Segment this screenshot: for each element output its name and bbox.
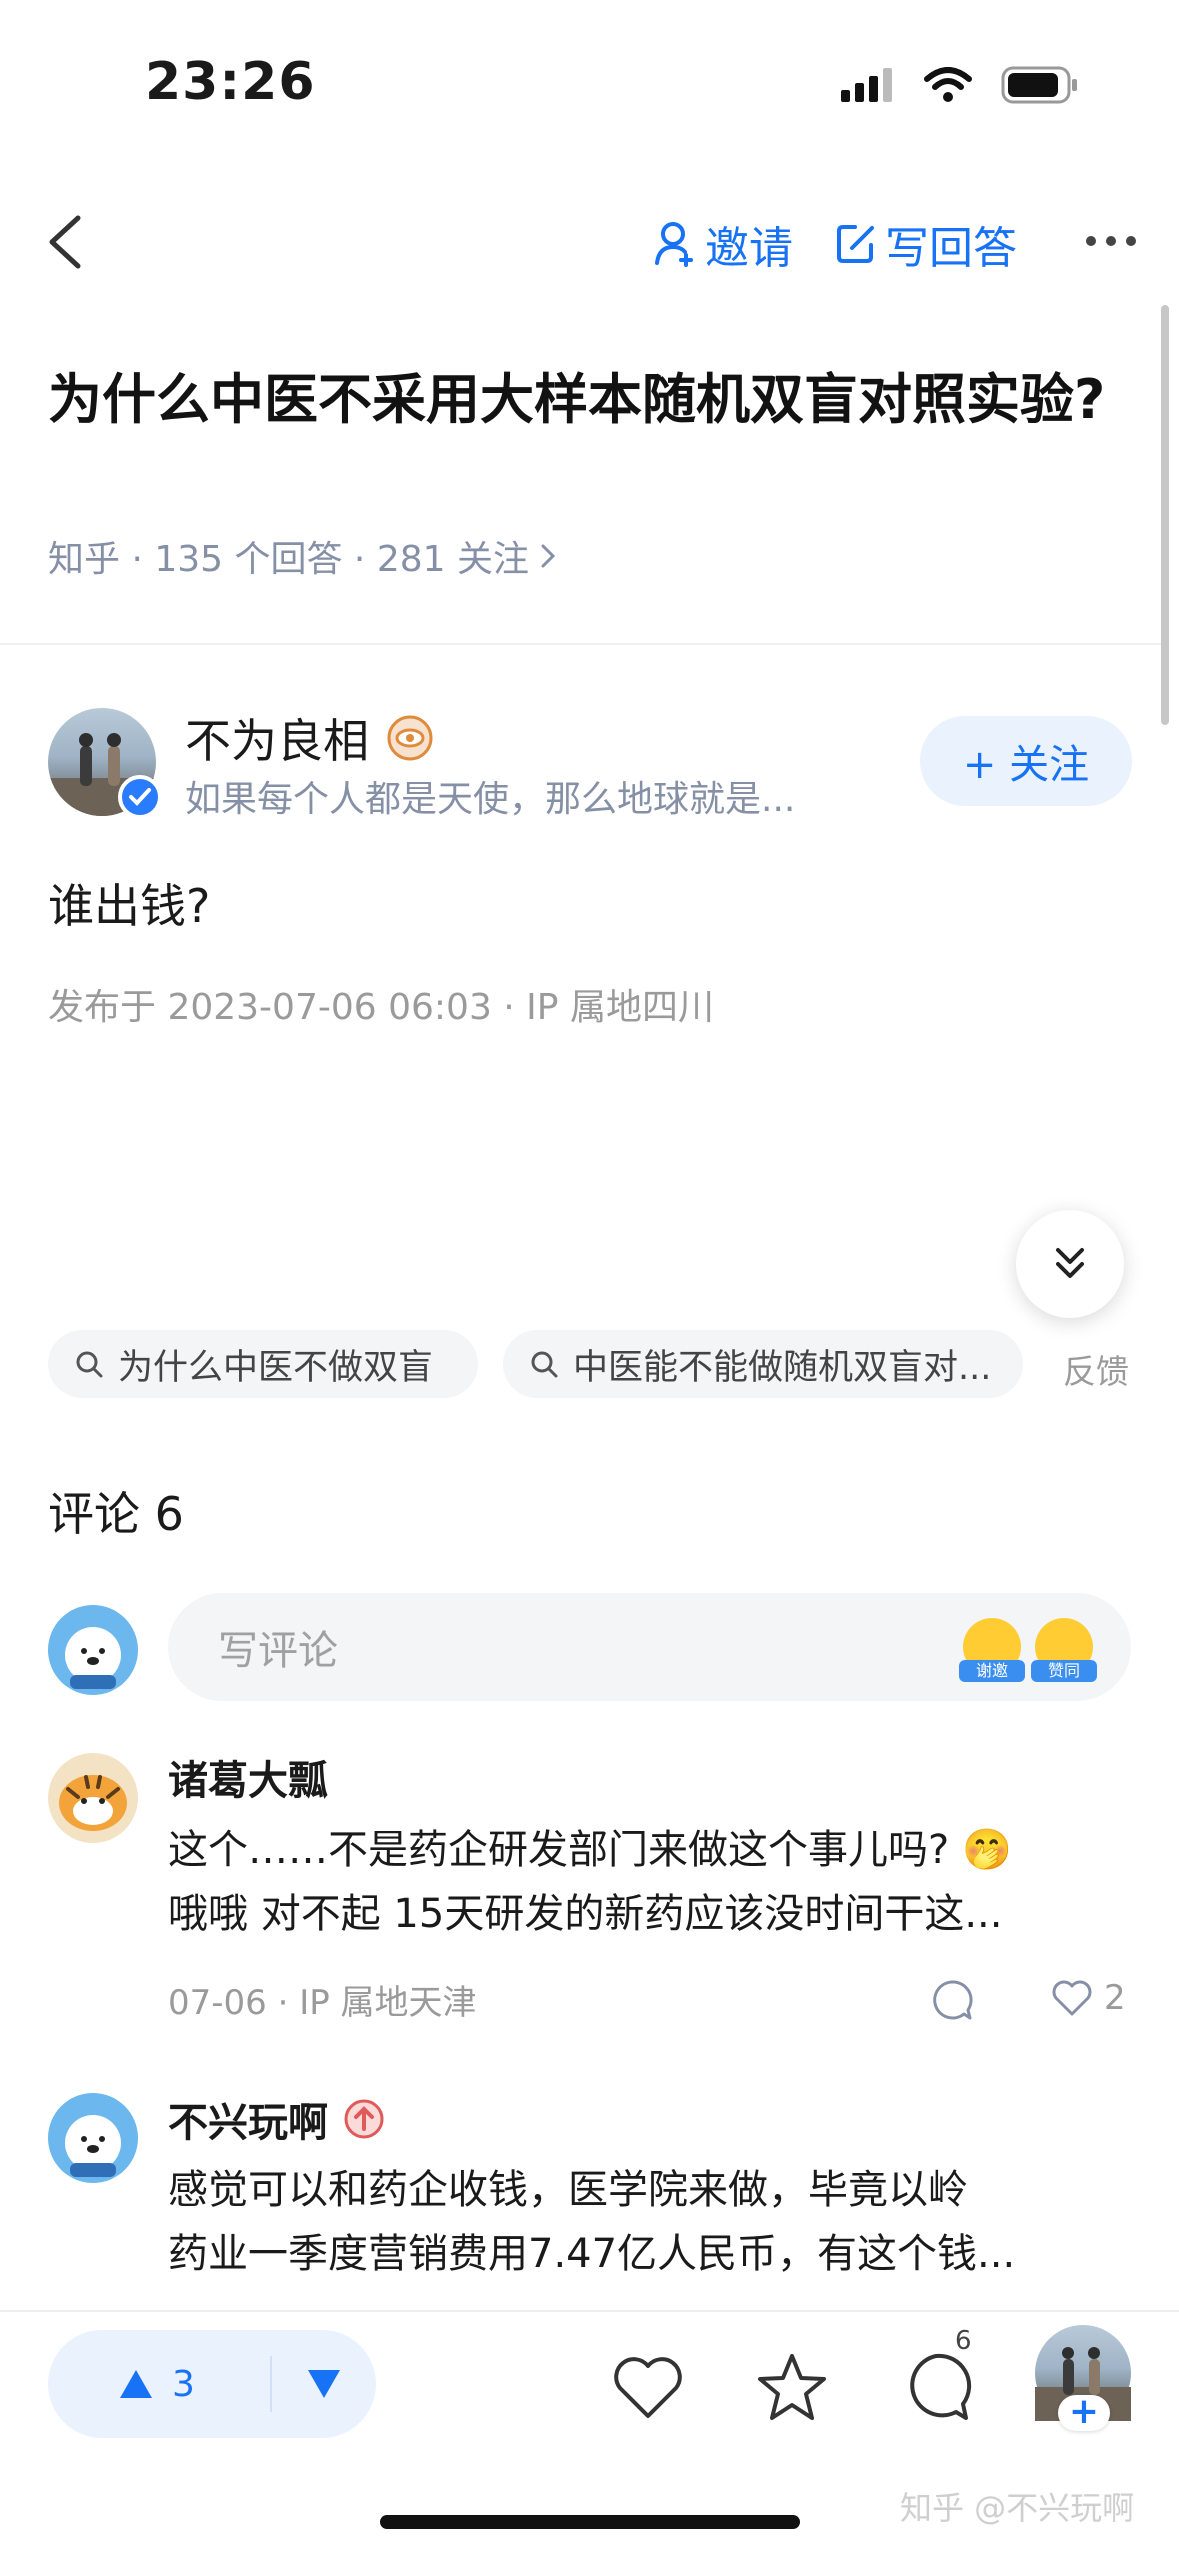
vote-group: 3 (48, 2330, 376, 2438)
commenter-name-text: 不兴玩啊 (168, 2100, 328, 2146)
wifi-icon (924, 67, 972, 102)
comment-count-badge: 6 (955, 2326, 972, 2356)
thanks-invite-emoji-icon[interactable]: 谢邀 (959, 1618, 1025, 1682)
heart-icon (1052, 1980, 1092, 2016)
like-heart-icon[interactable] (610, 2350, 686, 2426)
battery-icon (1001, 66, 1077, 104)
emoji-label: 谢邀 (959, 1660, 1025, 1682)
like-count: 2 (1104, 1978, 1126, 2018)
invite-button[interactable]: 邀请 (655, 212, 793, 276)
triangle-up-icon (120, 2370, 152, 2398)
publish-info: 发布于 2023-07-06 06:03 · IP 属地四川 (48, 987, 714, 1028)
comment-line: 这个……不是药企研发部门来做这个事儿吗? 🤭 (168, 1827, 1012, 1873)
commenter-avatar[interactable] (48, 1753, 138, 1843)
answer-content[interactable]: 谁出钱? (48, 870, 210, 936)
related-search-chip[interactable]: 为什么中医不做双盲 (48, 1330, 478, 1398)
question-title[interactable]: 为什么中医不采用大样本随机双盲对照实验? (48, 360, 1128, 440)
write-answer-label: 写回答 (885, 223, 1017, 274)
bottom-divider (0, 2310, 1179, 2312)
double-chevron-down-icon (1056, 1248, 1084, 1278)
comments-title: 评论 6 (48, 1487, 184, 1541)
verified-badge-icon (118, 775, 162, 819)
commenter-avatar[interactable] (48, 2093, 138, 2183)
favorite-star-icon[interactable] (754, 2350, 830, 2426)
author-name[interactable]: 不为良相 (185, 705, 433, 771)
home-indicator[interactable] (380, 2515, 800, 2529)
scrollbar[interactable] (1161, 305, 1169, 725)
more-icon[interactable] (1085, 215, 1137, 267)
follow-plus-icon[interactable]: + (1058, 2394, 1110, 2431)
triangle-down-icon (308, 2370, 340, 2398)
agree-emoji-icon[interactable]: 赞同 (1031, 1618, 1097, 1682)
comment-line: 感觉可以和药企收钱，医学院来做，毕竟以岭 (168, 2167, 968, 2213)
commenter-name[interactable]: 诸葛大瓢 (168, 1748, 328, 1806)
author-name-text: 不为良相 (185, 714, 369, 768)
related-search-chip[interactable]: 中医能不能做随机双盲对... (503, 1330, 1023, 1398)
invite-label: 邀请 (705, 223, 793, 274)
comment-text[interactable]: 感觉可以和药企收钱，医学院来做，毕竟以岭 药业一季度营销费用7.47亿人民币，有… (168, 2158, 1128, 2286)
badge-icon (344, 2099, 384, 2139)
back-icon[interactable] (42, 212, 90, 272)
follow-button[interactable]: + 关注 (920, 716, 1132, 806)
author-signature: 如果每个人都是天使，那么地球就是... (185, 779, 796, 820)
question-meta[interactable]: 知乎 · 135 个回答 · 281 关注 (48, 530, 557, 582)
cellular-signal-icon (841, 68, 892, 102)
watermark: 知乎 @不兴玩啊 (900, 2489, 1135, 2527)
emoji-label: 赞同 (1031, 1660, 1097, 1682)
feedback-link[interactable]: 反馈 (1063, 1345, 1129, 1393)
commenter-name-text: 诸葛大瓢 (168, 1758, 328, 1804)
status-icons (841, 66, 1079, 104)
search-icon (76, 1351, 103, 1378)
downvote-button[interactable] (272, 2368, 376, 2400)
commenter-name[interactable]: 不兴玩啊 (168, 2090, 384, 2148)
related-search-label: 中医能不能做随机双盲对... (573, 1347, 992, 1388)
write-answer-button[interactable]: 写回答 (835, 212, 1017, 276)
question-meta-text: 知乎 · 135 个回答 · 281 关注 (48, 539, 529, 580)
expand-down-button[interactable] (1016, 1210, 1124, 1318)
comment-line: 药业一季度营销费用7.47亿人民币，有这个钱... (168, 2231, 1016, 2277)
comment-text[interactable]: 这个……不是药企研发部门来做这个事儿吗? 🤭 哦哦 对不起 15天研发的新药应该… (168, 1818, 1128, 1946)
reply-icon[interactable] (930, 1978, 974, 2022)
status-time: 23:26 (145, 52, 316, 112)
comment-line: 哦哦 对不起 15天研发的新药应该没时间干这... (168, 1891, 1003, 1937)
divider (0, 643, 1162, 645)
upvote-count: 3 (172, 2363, 195, 2405)
related-search-label: 为什么中医不做双盲 (118, 1347, 434, 1388)
edit-icon (837, 225, 874, 263)
upvote-button[interactable]: 3 (48, 2364, 270, 2405)
chevron-right-icon (541, 544, 556, 568)
comment-meta: 07-06 · IP 属地天津 (168, 1983, 477, 2023)
comment-bubble-icon[interactable] (898, 2350, 974, 2426)
search-icon (531, 1351, 558, 1378)
person-add-icon (655, 222, 693, 267)
comment-like-button[interactable]: 2 (1050, 1978, 1126, 2018)
eye-badge-icon (387, 715, 433, 761)
my-avatar (48, 1605, 138, 1695)
